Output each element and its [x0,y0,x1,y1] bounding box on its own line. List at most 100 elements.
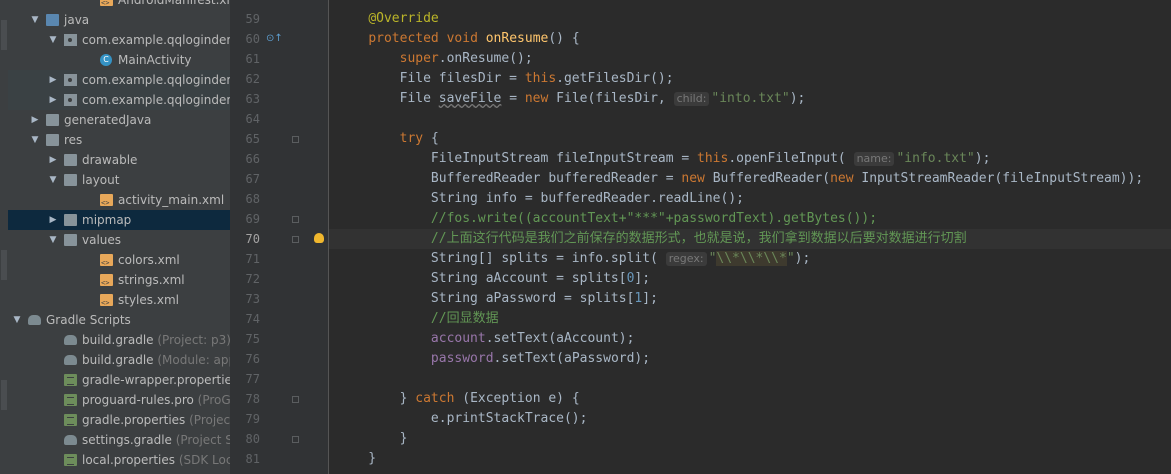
tree-item[interactable]: build.gradle (Project: p3) [8,330,230,350]
code-line[interactable]: password.setText(aPassword); [329,349,1171,369]
code-token: new [681,171,713,186]
line-number: 62 [245,72,260,86]
code-token: "into.txt" [711,91,790,106]
code-line[interactable]: //上面这行代码是我们之前保存的数据形式，也就是说，我们拿到数据以后要对数据进行… [329,229,1171,249]
tree-item[interactable]: local.properties (SDK Location) [8,450,230,470]
parameter-hint: regex: [665,252,707,266]
tree-item-hint: (Project: p3) [153,333,230,347]
code-line[interactable] [329,369,1171,389]
tree-item[interactable]: gradle-wrapper.properties (Gradle Versio… [8,370,230,390]
collapse-arrow-icon[interactable]: ▶ [48,70,58,90]
code-line[interactable]: //回显数据 [329,309,1171,329]
expand-arrow-icon[interactable]: ▼ [12,310,22,330]
tree-item[interactable]: styles.xml [8,290,230,310]
folder-icon [64,174,77,186]
line-number: 71 [245,252,260,266]
package-icon [64,34,77,46]
code-line[interactable]: } catch (Exception e) { [329,389,1171,409]
folder-icon [46,114,59,126]
code-token: String info = bufferedReader.readLine(); [337,191,744,206]
code-line[interactable]: File filesDir = this.getFilesDir(); [329,69,1171,89]
expand-arrow-icon[interactable]: ▼ [48,30,58,50]
properties-file-icon [64,374,77,386]
override-method-icon[interactable]: ⊙↑ [266,29,283,49]
structure-tab[interactable] [1,380,7,410]
tree-item-label: proguard-rules.pro [82,393,194,407]
lightbulb-icon[interactable] [314,233,324,243]
tree-item[interactable]: ▼ com.example.qqlogindemo [8,30,230,50]
tree-item[interactable]: C MainActivity [8,50,230,70]
fold-marker-icon[interactable] [292,436,299,443]
code-line[interactable]: e.printStackTrace(); [329,409,1171,429]
expand-arrow-icon[interactable]: ▼ [48,170,58,190]
tree-item[interactable]: gradle.properties (Project Properties) [8,410,230,430]
editor-gutter[interactable]: 59 60 ⊙↑ 61 62 63 64 65 66 67 68 69 70 71 72 73 74 75 76 77… [230,0,329,474]
tree-item-label: mipmap [82,213,132,227]
code-line[interactable]: protected void onResume() { [329,29,1171,49]
class-icon: C [100,54,112,66]
collapse-arrow-icon[interactable]: ▶ [30,110,40,130]
code-token: " [786,251,795,266]
code-token: //回显数据 [430,311,499,326]
code-line[interactable]: } [329,429,1171,449]
tree-item[interactable]: ▶ com.example.qqlogindemo [8,90,230,110]
project-tree[interactable]: AndroidManifest.xml ▼ java ▼ com.example.qql… [8,0,230,474]
tree-item[interactable]: ▼ java [8,10,230,30]
tree-item[interactable]: ▼ values [8,230,230,250]
tree-item[interactable]: build.gradle (Module: app) [8,350,230,370]
fold-marker-icon[interactable] [292,236,299,243]
code-line[interactable]: String[] splits = info.split( regex: "\\*… [329,249,1171,269]
code-line[interactable]: BufferedReader bufferedReader = new Buff… [329,169,1171,189]
code-line[interactable]: String info = bufferedReader.readLine(); [329,189,1171,209]
code-line[interactable]: //fos.write((accountText+"***"+passwordT… [329,209,1171,229]
code-line[interactable]: } [329,449,1171,469]
code-line[interactable]: File saveFile = new File(filesDir, child… [329,89,1171,109]
tree-item[interactable]: ▶ drawable [8,150,230,170]
code-line[interactable]: String aPassword = splits[1]; [329,289,1171,309]
code-line[interactable]: try { [329,129,1171,149]
tree-item[interactable]: strings.xml [8,270,230,290]
line-number: 72 [245,272,260,286]
layout-captures-tab[interactable] [1,250,7,280]
code-token: .setText(aPassword); [493,351,651,366]
line-number: 78 [245,392,260,406]
tree-item[interactable]: colors.xml [8,250,230,270]
tree-item[interactable]: proguard-rules.pro (ProGuard Rules) [8,390,230,410]
tree-item[interactable]: AndroidManifest.xml [8,0,230,10]
tree-item[interactable]: ▼ res [8,130,230,150]
tree-item[interactable]: activity_main.xml [8,190,230,210]
code-line[interactable] [329,109,1171,129]
line-number: 75 [245,332,260,346]
code-line[interactable]: @Override [329,9,1171,29]
code-token: saveFile [438,91,502,106]
code-token: { [430,131,439,146]
fold-marker-icon[interactable] [292,136,299,143]
expand-arrow-icon[interactable]: ▼ [30,130,40,150]
code-token: void [446,31,486,46]
tree-item-label: strings.xml [118,273,185,287]
fold-marker-icon[interactable] [292,396,299,403]
tree-item[interactable]: ▶ com.example.qqlogindemo [8,70,230,90]
expand-arrow-icon[interactable]: ▼ [30,10,40,30]
tree-item[interactable]: ▶ generatedJava [8,110,230,130]
resource-manager-tab[interactable] [1,20,7,50]
code-line[interactable]: account.setText(aAccount); [329,329,1171,349]
code-line[interactable]: super.onResume(); [329,49,1171,69]
code-token: } [337,391,416,406]
code-line[interactable]: FileInputStream fileInputStream = this.o… [329,149,1171,169]
code-token: .openFileInput( [728,151,854,166]
fold-marker-icon[interactable] [292,216,299,223]
code-editor[interactable]: @Override protected void onResume() { su… [329,0,1171,474]
tree-item[interactable]: ▼ Gradle Scripts [8,310,230,330]
code-line[interactable]: String aAccount = splits[0]; [329,269,1171,289]
line-number: 61 [245,52,260,66]
collapse-arrow-icon[interactable]: ▶ [48,90,58,110]
tree-item[interactable]: ▼ layout [8,170,230,190]
tree-item[interactable]: settings.gradle (Project Settings) [8,430,230,450]
collapse-arrow-icon[interactable]: ▶ [48,210,58,230]
tree-item[interactable]: ▶ mipmap [8,210,230,230]
collapse-arrow-icon[interactable]: ▶ [48,150,58,170]
code-token: this [697,151,729,166]
expand-arrow-icon[interactable]: ▼ [48,230,58,250]
